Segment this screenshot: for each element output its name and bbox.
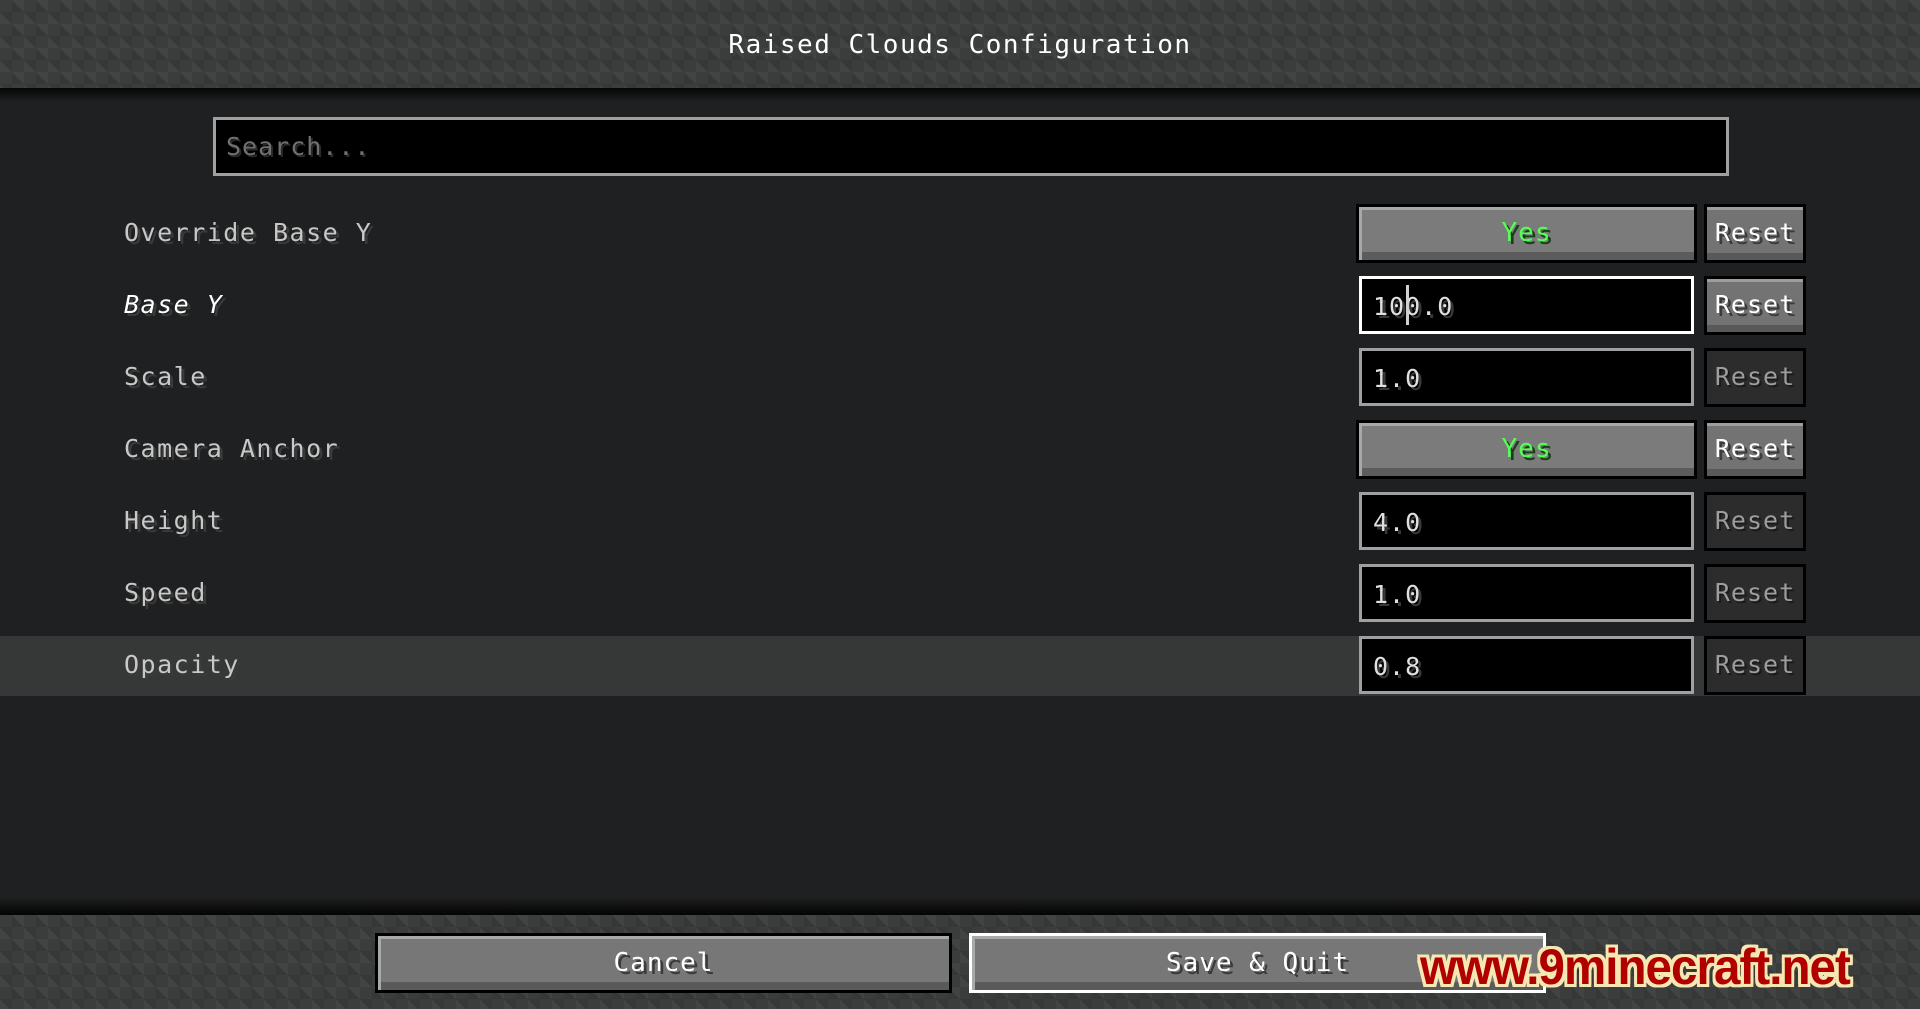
camera-anchor-reset-button[interactable]: Reset xyxy=(1704,420,1806,479)
field-value: 100.0 xyxy=(1373,292,1454,321)
camera-anchor-toggle[interactable]: Yes xyxy=(1356,420,1697,479)
option-label: Override Base Y xyxy=(124,218,373,247)
option-row-height: Height 4.0 Reset xyxy=(0,492,1920,552)
option-label: Scale xyxy=(124,362,207,391)
field-value: 1.0 xyxy=(1373,580,1422,609)
header-bar: Raised Clouds Configuration xyxy=(0,0,1920,88)
option-row-speed: Speed 1.0 Reset xyxy=(0,564,1920,624)
field-value: 0.8 xyxy=(1373,652,1422,681)
option-row-opacity: Opacity 0.8 Reset xyxy=(0,636,1920,696)
scale-reset-button[interactable]: Reset xyxy=(1704,348,1806,407)
search-input[interactable] xyxy=(213,117,1729,176)
base-y-reset-button[interactable]: Reset xyxy=(1704,276,1806,335)
text-caret xyxy=(1406,285,1409,325)
cancel-button[interactable]: Cancel xyxy=(375,933,952,993)
option-row-base-y: Base Y 100.0 Reset xyxy=(0,276,1920,336)
scale-field[interactable]: 1.0 xyxy=(1359,348,1694,406)
speed-field[interactable]: 1.0 xyxy=(1359,564,1694,622)
page-title: Raised Clouds Configuration xyxy=(728,30,1192,60)
option-label: Base Y xyxy=(124,290,224,319)
height-field[interactable]: 4.0 xyxy=(1359,492,1694,550)
option-row-scale: Scale 1.0 Reset xyxy=(0,348,1920,408)
override-base-y-toggle[interactable]: Yes xyxy=(1356,204,1697,263)
option-label: Camera Anchor xyxy=(124,434,340,463)
field-value: 4.0 xyxy=(1373,508,1422,537)
watermark-logo: www.9minecraft.net xyxy=(1420,939,1851,995)
base-y-field[interactable]: 100.0 xyxy=(1359,276,1694,334)
opacity-reset-button[interactable]: Reset xyxy=(1704,636,1806,695)
option-row-camera-anchor: Camera Anchor Yes Reset xyxy=(0,420,1920,480)
opacity-field[interactable]: 0.8 xyxy=(1359,636,1694,694)
override-base-y-reset-button[interactable]: Reset xyxy=(1704,204,1806,263)
height-reset-button[interactable]: Reset xyxy=(1704,492,1806,551)
option-row-override-base-y: Override Base Y Yes Reset xyxy=(0,204,1920,264)
speed-reset-button[interactable]: Reset xyxy=(1704,564,1806,623)
field-value: 1.0 xyxy=(1373,364,1422,393)
option-label: Height xyxy=(124,506,224,535)
option-label: Speed xyxy=(124,578,207,607)
option-label: Opacity xyxy=(124,650,240,679)
